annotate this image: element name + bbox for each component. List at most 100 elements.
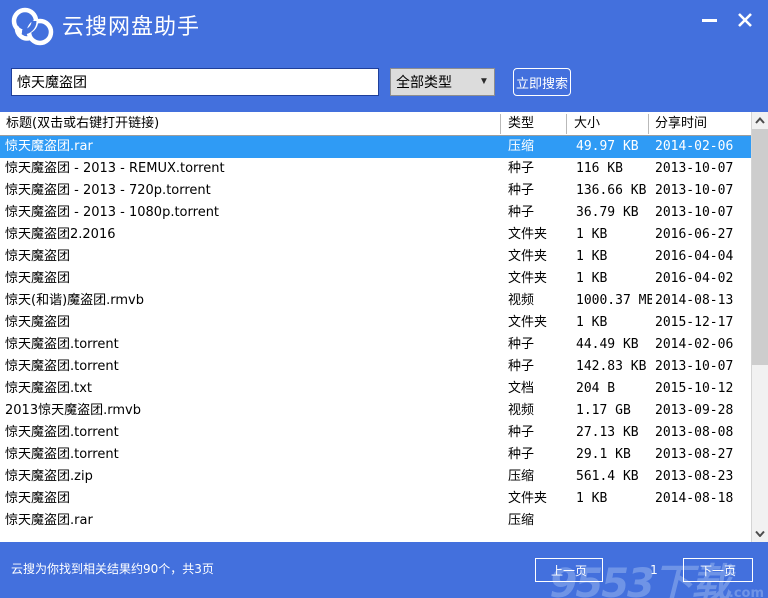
- cell-title: 惊天魔盗团.torrent: [5, 447, 119, 462]
- cell-type: 文件夹: [508, 315, 548, 330]
- cell-type: 压缩: [508, 513, 535, 528]
- cell-size: 136.66 KB: [576, 183, 647, 198]
- cell-type: 视频: [508, 293, 535, 308]
- cell-type: 文件夹: [508, 271, 548, 286]
- table-row[interactable]: 惊天(和谐)魔盗团.rmvb 视频 1000.37 MB 2014-08-13: [0, 290, 751, 312]
- cell-date: 2016-04-04: [655, 249, 734, 264]
- close-button[interactable]: [730, 6, 760, 34]
- chevron-down-icon: [755, 530, 765, 537]
- table-row[interactable]: 惊天魔盗团.txt 文档 204 B 2015-10-12: [0, 378, 751, 400]
- cell-size: [576, 510, 652, 532]
- table-row[interactable]: 惊天魔盗团 文件夹 1 KB 2015-12-17: [0, 312, 751, 334]
- cell-date: 2014-08-18: [655, 491, 734, 506]
- vertical-scrollbar[interactable]: [751, 112, 768, 542]
- window-controls: [694, 4, 760, 36]
- cell-date: 2015-12-17: [655, 315, 734, 330]
- chevron-up-icon: [755, 117, 765, 124]
- cell-title: 惊天(和谐)魔盗团.rmvb: [5, 293, 145, 308]
- result-count-text: 云搜为你找到相关结果约90个，共3页: [11, 562, 214, 576]
- cell-title: 惊天魔盗团 - 2013 - 720p.torrent: [5, 183, 211, 198]
- cell-date: 2014-08-13: [655, 293, 734, 308]
- table-row[interactable]: 惊天魔盗团 - 2013 - 1080p.torrent 种子 36.79 KB 20…: [0, 202, 751, 224]
- search-button[interactable]: 立即搜索: [513, 68, 571, 96]
- cell-type: 种子: [508, 359, 535, 374]
- cell-date: 2013-10-07: [655, 205, 734, 220]
- cell-size: 1000.37 MB: [576, 293, 652, 308]
- scroll-up-button[interactable]: [752, 112, 768, 129]
- column-divider[interactable]: [648, 114, 649, 134]
- cell-date: 2014-02-06: [655, 139, 734, 154]
- cell-type: 压缩: [508, 139, 535, 154]
- app-title: 云搜网盘助手: [62, 14, 201, 39]
- column-divider[interactable]: [500, 114, 501, 134]
- cell-title: 惊天魔盗团.rar: [5, 139, 93, 154]
- table-row[interactable]: 惊天魔盗团 - 2013 - 720p.torrent 种子 136.66 KB 20…: [0, 180, 751, 202]
- table-row[interactable]: 惊天魔盗团 文件夹 1 KB 2016-04-02: [0, 268, 751, 290]
- cell-size: 1 KB: [576, 249, 608, 264]
- cell-type: 种子: [508, 337, 535, 352]
- table-row[interactable]: 惊天魔盗团 - 2013 - REMUX.torrent 种子 116 KB 2013…: [0, 158, 751, 180]
- table-row[interactable]: 2013惊天魔盗团.rmvb 视频 1.17 GB 2013-09-28: [0, 400, 751, 422]
- cell-title: 惊天魔盗团.torrent: [5, 359, 119, 374]
- table-row[interactable]: 惊天魔盗团.torrent 种子 29.1 KB 2013-08-27: [0, 444, 751, 466]
- table-row[interactable]: 惊天魔盗团 文件夹 1 KB 2016-04-04: [0, 246, 751, 268]
- cell-date: 2013-10-07: [655, 359, 734, 374]
- cell-title: 惊天魔盗团: [5, 491, 71, 506]
- cell-title: 惊天魔盗团: [5, 315, 71, 330]
- search-input[interactable]: [11, 68, 379, 96]
- cell-type: 文件夹: [508, 491, 548, 506]
- cell-date: 2014-02-06: [655, 337, 734, 352]
- search-bar: 全部类型 ▼ 立即搜索: [0, 56, 768, 112]
- cell-type: 种子: [508, 447, 535, 462]
- minimize-button[interactable]: [694, 6, 724, 34]
- column-header-title[interactable]: 标题(双击或右键打开链接): [6, 112, 159, 135]
- table-row[interactable]: 惊天魔盗团.rar 压缩: [0, 510, 751, 532]
- table-row[interactable]: 惊天魔盗团.rar 压缩 49.97 KB 2014-02-06: [0, 136, 751, 158]
- cell-size: 49.97 KB: [576, 139, 639, 154]
- cell-size: 27.13 KB: [576, 425, 639, 440]
- cell-title: 惊天魔盗团.zip: [5, 469, 93, 484]
- vertical-scrollbar-thumb[interactable]: [752, 129, 768, 365]
- cell-date: 2013-08-27: [655, 447, 734, 462]
- cell-size: 204 B: [576, 381, 616, 396]
- minimize-icon: [701, 18, 717, 22]
- table-row[interactable]: 惊天魔盗团.torrent 种子 142.83 KB 2013-10-07: [0, 356, 751, 378]
- current-page-number: 1: [650, 563, 658, 577]
- column-divider[interactable]: [566, 114, 567, 134]
- table-row[interactable]: 惊天魔盗团.zip 压缩 561.4 KB 2013-08-23: [0, 466, 751, 488]
- next-page-button[interactable]: 下一页: [683, 558, 753, 582]
- cell-size: 1 KB: [576, 271, 608, 286]
- column-header-type[interactable]: 类型: [508, 112, 534, 135]
- table-row[interactable]: 惊天魔盗团.torrent 种子 44.49 KB 2014-02-06: [0, 334, 751, 356]
- cell-date: 2013-10-07: [655, 161, 734, 176]
- column-header-size[interactable]: 大小: [574, 112, 600, 135]
- cell-type: 视频: [508, 403, 535, 418]
- type-filter-value: 全部类型: [396, 75, 452, 91]
- cell-title: 惊天魔盗团.rar: [5, 513, 93, 528]
- cell-size: 1 KB: [576, 491, 608, 506]
- scroll-down-button[interactable]: [752, 525, 768, 542]
- prev-page-button[interactable]: 上一页: [535, 558, 603, 582]
- cell-title: 惊天魔盗团 - 2013 - REMUX.torrent: [5, 161, 225, 176]
- cell-title: 惊天魔盗团.txt: [5, 381, 93, 396]
- table-row[interactable]: 惊天魔盗团.torrent 种子 27.13 KB 2013-08-08: [0, 422, 751, 444]
- cell-date: 2013-10-07: [655, 183, 734, 198]
- cell-size: 561.4 KB: [576, 469, 639, 484]
- cell-type: 种子: [508, 183, 535, 198]
- type-filter-dropdown[interactable]: 全部类型 ▼: [390, 68, 495, 96]
- cell-type: 种子: [508, 205, 535, 220]
- app-window: 云搜网盘助手 全部类型 ▼ 立即搜索 标题(双击或右键打开链接): [0, 0, 768, 598]
- table-header: 标题(双击或右键打开链接) 类型 大小 分享时间: [0, 112, 751, 136]
- column-header-date[interactable]: 分享时间: [655, 112, 707, 135]
- cell-date: 2013-09-28: [655, 403, 734, 418]
- cell-size: 1.17 GB: [576, 403, 631, 418]
- table-row[interactable]: 惊天魔盗团 文件夹 1 KB 2014-08-18: [0, 488, 751, 510]
- cell-type: 文件夹: [508, 249, 548, 264]
- title-bar: 云搜网盘助手: [0, 0, 768, 56]
- status-bar: 9553下载.com 云搜为你找到相关结果约90个，共3页 上一页 1 下一页: [0, 542, 768, 598]
- table-row[interactable]: 惊天魔盗团2.2016 文件夹 1 KB 2016-06-27: [0, 224, 751, 246]
- cell-size: 36.79 KB: [576, 205, 639, 220]
- chevron-down-icon: ▼: [479, 76, 489, 87]
- cell-size: 142.83 KB: [576, 359, 647, 374]
- cell-type: 种子: [508, 425, 535, 440]
